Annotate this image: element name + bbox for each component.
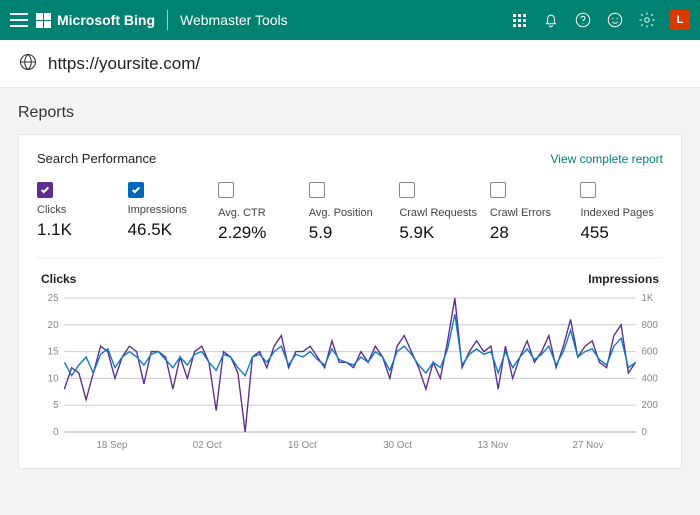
metric-checkbox[interactable] <box>399 182 415 198</box>
metric-label: Avg. Position <box>309 207 392 219</box>
svg-text:15: 15 <box>48 347 59 358</box>
metric-value: 2.29% <box>218 223 301 243</box>
product-name: Webmaster Tools <box>180 12 288 28</box>
svg-text:18 Sep: 18 Sep <box>97 440 128 451</box>
metric-crawl-errors[interactable]: Crawl Errors 28 <box>490 182 573 243</box>
header-left: Microsoft Bing Webmaster Tools <box>10 10 288 30</box>
app-header: Microsoft Bing Webmaster Tools L <box>0 0 700 40</box>
svg-text:5: 5 <box>53 400 59 411</box>
svg-text:800: 800 <box>641 320 658 331</box>
site-url[interactable]: https://yoursite.com/ <box>48 54 200 74</box>
metric-avg-ctr[interactable]: Avg. CTR 2.29% <box>218 182 301 243</box>
performance-chart: 0 5 10 15 20 25 0 200 400 600 800 1K 18 Sep 02 Oct 16 … <box>37 292 663 452</box>
svg-text:27 Nov: 27 Nov <box>573 440 604 451</box>
globe-icon <box>18 52 38 75</box>
view-complete-report-link[interactable]: View complete report <box>551 152 664 166</box>
svg-text:16 Oct: 16 Oct <box>288 440 317 451</box>
header-right: L <box>510 10 690 30</box>
notifications-icon[interactable] <box>542 11 560 29</box>
svg-text:0: 0 <box>641 427 647 438</box>
page-body: Reports Search Performance View complete… <box>0 88 700 485</box>
svg-text:30 Oct: 30 Oct <box>383 440 412 451</box>
metric-checkbox[interactable] <box>309 182 325 198</box>
apps-icon[interactable] <box>510 11 528 29</box>
search-performance-card: Search Performance View complete report … <box>18 134 682 469</box>
svg-text:600: 600 <box>641 347 658 358</box>
metric-checkbox[interactable] <box>490 182 506 198</box>
metric-label: Avg. CTR <box>218 207 301 219</box>
menu-icon[interactable] <box>10 13 28 27</box>
metric-impressions[interactable]: Impressions 46.5K <box>128 182 211 243</box>
chart-area: Clicks Impressions 0 5 10 15 20 25 0 200 400 600 8… <box>37 272 663 452</box>
metric-clicks[interactable]: Clicks 1.1K <box>37 182 120 243</box>
svg-text:20: 20 <box>48 320 59 331</box>
brand: Microsoft Bing <box>36 12 155 28</box>
metric-value: 46.5K <box>128 220 211 240</box>
user-avatar[interactable]: L <box>670 10 690 30</box>
metric-checkbox[interactable] <box>37 182 53 198</box>
site-bar: https://yoursite.com/ <box>0 40 700 88</box>
metric-checkbox[interactable] <box>580 182 596 198</box>
svg-text:0: 0 <box>53 427 59 438</box>
chart-left-title: Clicks <box>41 272 76 286</box>
chart-axis-titles: Clicks Impressions <box>37 272 663 286</box>
metric-value: 1.1K <box>37 220 120 240</box>
chart-series-impressions <box>64 314 635 376</box>
card-header: Search Performance View complete report <box>37 151 663 166</box>
svg-text:200: 200 <box>641 400 658 411</box>
svg-text:10: 10 <box>48 373 59 384</box>
metric-value: 5.9K <box>399 223 482 243</box>
page-title: Reports <box>18 104 682 122</box>
feedback-icon[interactable] <box>606 11 624 29</box>
card-title: Search Performance <box>37 151 156 166</box>
settings-icon[interactable] <box>638 11 656 29</box>
metric-label: Indexed Pages <box>580 207 663 219</box>
svg-text:1K: 1K <box>641 293 653 304</box>
svg-text:13 Nov: 13 Nov <box>477 440 508 451</box>
metric-label: Crawl Errors <box>490 207 573 219</box>
brand-text-a: Microsoft Bing <box>57 12 155 28</box>
svg-text:400: 400 <box>641 373 658 384</box>
metrics-row: Clicks1.1KImpressions46.5KAvg. CTR2.29%A… <box>37 182 663 258</box>
metric-label: Impressions <box>128 204 211 216</box>
metric-checkbox[interactable] <box>128 182 144 198</box>
metric-label: Clicks <box>37 204 120 216</box>
microsoft-logo-icon <box>36 13 51 28</box>
svg-text:25: 25 <box>48 293 59 304</box>
chart-right-title: Impressions <box>588 272 659 286</box>
metric-value: 28 <box>490 223 573 243</box>
metric-value: 5.9 <box>309 223 392 243</box>
metric-value: 455 <box>580 223 663 243</box>
help-icon[interactable] <box>574 11 592 29</box>
svg-text:02 Oct: 02 Oct <box>193 440 222 451</box>
metric-label: Crawl Requests <box>399 207 482 219</box>
metric-avg-position[interactable]: Avg. Position 5.9 <box>309 182 392 243</box>
metric-checkbox[interactable] <box>218 182 234 198</box>
metric-crawl-requests[interactable]: Crawl Requests 5.9K <box>399 182 482 243</box>
chart-series-clicks <box>64 298 635 432</box>
metric-indexed-pages[interactable]: Indexed Pages 455 <box>580 182 663 243</box>
header-divider <box>167 10 168 30</box>
